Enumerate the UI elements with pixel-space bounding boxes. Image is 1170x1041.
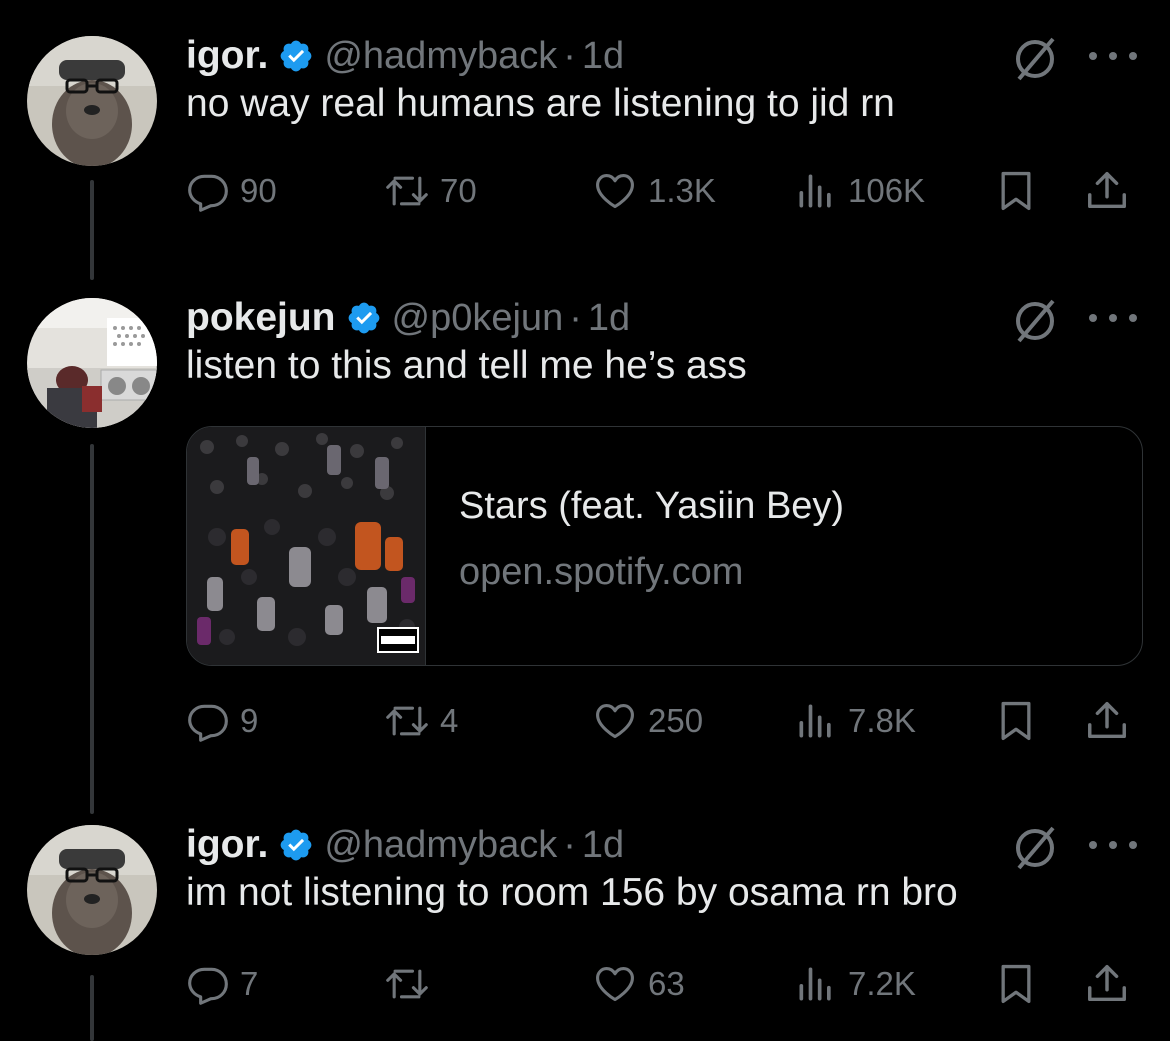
bookmark-button[interactable] <box>994 166 1038 216</box>
view-count: 7.8K <box>848 702 916 739</box>
share-icon <box>1088 702 1126 739</box>
like-count: 1.3K <box>648 172 716 209</box>
reply-count: 7 <box>240 965 259 1002</box>
verified-badge-icon[interactable] <box>346 300 382 336</box>
like-count: 63 <box>648 965 685 1002</box>
tweet-text: no way real humans are listening to jid … <box>186 82 895 125</box>
author-name[interactable]: igor. <box>186 34 268 78</box>
bookmark-button[interactable] <box>994 696 1038 746</box>
bookmark-icon <box>1001 964 1031 1004</box>
link-card[interactable]: Stars (feat. Yasiin Bey) open.spotify.co… <box>186 426 1143 666</box>
repost-icon <box>386 706 428 736</box>
view-count: 7.2K <box>848 965 916 1002</box>
author-name[interactable]: igor. <box>186 823 268 867</box>
repost-icon <box>386 176 428 206</box>
reply-button[interactable]: 90 <box>186 166 277 216</box>
bookmark-button[interactable] <box>994 959 1038 1009</box>
tweet-header: igor. @hadmyback · 1d <box>186 819 624 871</box>
heart-icon <box>596 174 634 209</box>
grok-icon[interactable] <box>1010 823 1060 873</box>
separator-dot: · <box>569 296 582 339</box>
verified-badge-icon[interactable] <box>278 38 314 74</box>
repost-button[interactable] <box>384 959 440 1009</box>
separator-dot: · <box>563 823 576 866</box>
repost-button[interactable]: 4 <box>384 696 458 746</box>
share-button[interactable] <box>1084 959 1130 1009</box>
separator-dot: · <box>563 34 576 77</box>
author-handle[interactable]: @p0kejun <box>392 297 564 340</box>
like-button[interactable]: 1.3K <box>592 166 716 216</box>
avatar[interactable] <box>27 36 157 166</box>
timestamp[interactable]: 1d <box>582 35 624 78</box>
timestamp[interactable]: 1d <box>582 824 624 867</box>
tweet-text: im not listening to room 156 by osama rn… <box>186 871 958 914</box>
analytics-icon <box>799 967 831 1001</box>
analytics-icon <box>799 174 831 208</box>
repost-icon <box>386 969 428 999</box>
tweet[interactable]: igor. @hadmyback · 1d no way real humans… <box>0 30 1170 230</box>
card-domain: open.spotify.com <box>459 551 744 593</box>
heart-icon <box>596 967 634 1002</box>
analytics-icon <box>799 704 831 738</box>
repost-button[interactable]: 70 <box>384 166 477 216</box>
bookmark-icon <box>1001 171 1031 211</box>
reply-icon <box>188 174 228 212</box>
views-button[interactable]: 7.8K <box>794 696 916 746</box>
verified-badge-icon[interactable] <box>278 827 314 863</box>
tweet-text: listen to this and tell me he’s ass <box>186 344 747 387</box>
grok-icon[interactable] <box>1010 296 1060 346</box>
author-handle[interactable]: @hadmyback <box>324 35 557 78</box>
more-options-icon[interactable] <box>1085 46 1141 66</box>
like-button[interactable]: 63 <box>592 959 685 1009</box>
share-icon <box>1088 965 1126 1002</box>
card-title[interactable]: Stars (feat. Yasiin Bey) <box>459 485 844 528</box>
author-name[interactable]: pokejun <box>186 296 336 340</box>
tweet-header: pokejun @p0kejun · 1d <box>186 292 630 344</box>
bookmark-icon <box>1001 701 1031 741</box>
album-cover-image <box>187 427 426 665</box>
views-button[interactable]: 106K <box>794 166 925 216</box>
avatar[interactable] <box>27 825 157 955</box>
tweet-header: igor. @hadmyback · 1d <box>186 30 624 82</box>
repost-count: 70 <box>440 172 477 209</box>
reply-icon <box>188 704 228 742</box>
repost-count: 4 <box>440 702 459 739</box>
reply-count: 9 <box>240 702 259 739</box>
reply-icon <box>188 967 228 1005</box>
tweet[interactable]: igor. @hadmyback · 1d im not listening t… <box>0 819 1170 1041</box>
like-button[interactable]: 250 <box>592 696 703 746</box>
more-options-icon[interactable] <box>1085 308 1141 328</box>
reply-button[interactable]: 7 <box>186 959 258 1009</box>
views-button[interactable]: 7.2K <box>794 959 916 1009</box>
share-button[interactable] <box>1084 696 1130 746</box>
grok-icon[interactable] <box>1010 34 1060 84</box>
share-icon <box>1088 172 1126 209</box>
tweet-actions: 9 4 250 7.8K <box>186 696 1146 746</box>
author-handle[interactable]: @hadmyback <box>324 824 557 867</box>
heart-icon <box>596 704 634 739</box>
avatar[interactable] <box>27 298 157 428</box>
more-options-icon[interactable] <box>1085 835 1141 855</box>
tweet[interactable]: pokejun @p0kejun · 1d listen to this and… <box>0 292 1170 762</box>
tweet-actions: 7 63 7.2K <box>186 959 1146 1009</box>
tweet-actions: 90 70 1.3K 106K <box>186 166 1146 216</box>
reply-button[interactable]: 9 <box>186 696 258 746</box>
reply-count: 90 <box>240 172 277 209</box>
like-count: 250 <box>648 702 704 739</box>
view-count: 106K <box>848 172 926 209</box>
share-button[interactable] <box>1084 166 1130 216</box>
timestamp[interactable]: 1d <box>588 297 630 340</box>
